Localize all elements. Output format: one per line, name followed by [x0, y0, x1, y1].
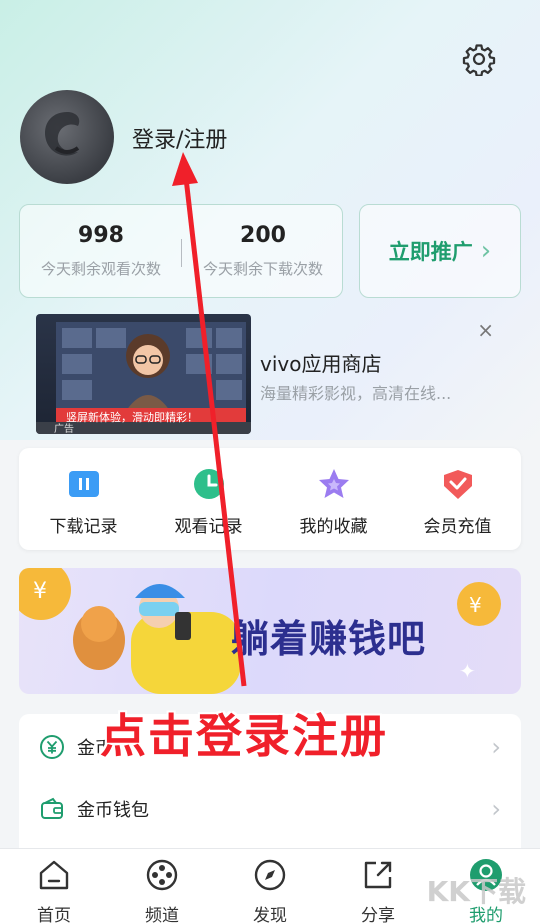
download-icon [68, 471, 99, 497]
film-reel-icon [146, 859, 178, 891]
ad-image[interactable]: 竖屏新体验，滑动即精彩！ 广告 [36, 314, 251, 434]
quick-download-history[interactable]: 下载记录 [21, 466, 146, 537]
chevron-right-icon: › [491, 795, 501, 823]
stat-value: 998 [78, 223, 124, 248]
clock-icon [193, 469, 224, 499]
quick-watch-history[interactable]: 观看记录 [146, 466, 271, 537]
tab-label: 分享 [361, 906, 395, 924]
menu-item-wallet[interactable]: 金币钱包 › [19, 778, 521, 840]
tab-share[interactable]: 分享 [324, 857, 432, 924]
promote-label: 立即推广 [388, 240, 473, 264]
tab-label: 频道 [145, 906, 179, 924]
ad-tag: 广告 [54, 424, 74, 434]
default-avatar-icon [44, 112, 80, 156]
stat-download: 200 今天剩余下载次数 [182, 223, 344, 279]
stat-watch: 998 今天剩余观看次数 [20, 223, 182, 279]
gear-icon[interactable] [462, 42, 496, 76]
earn-coins-banner[interactable]: ¥ ¥ ✦ 躺着赚钱吧 [19, 568, 521, 694]
promote-button[interactable]: 立即推广 › [359, 204, 521, 298]
quick-vip-recharge[interactable]: 会员充值 [395, 466, 520, 537]
banner-text: 躺着赚钱吧 [231, 617, 427, 661]
chevron-right-icon: › [480, 236, 492, 266]
login-register-link[interactable]: 登录/注册 [132, 122, 227, 154]
avatar[interactable] [20, 90, 114, 184]
diamond-icon [443, 470, 472, 499]
compass-icon [254, 859, 286, 891]
star-icon [318, 469, 349, 498]
quick-label: 会员充值 [423, 517, 492, 537]
ad-title: vivo应用商店 [260, 352, 382, 376]
chevron-right-icon: › [491, 733, 501, 761]
stat-label: 今天剩余下载次数 [202, 260, 323, 278]
stats-card: 998 今天剩余观看次数 200 今天剩余下载次数 [19, 204, 343, 298]
menu-label: 金币钱包 [77, 800, 149, 821]
ad-description: 海量精彩影视，高清在线... [260, 384, 452, 403]
ad-image-caption: 竖屏新体验，滑动即精彩！ [66, 411, 198, 424]
tab-channel[interactable]: 频道 [108, 857, 216, 924]
quick-label: 观看记录 [174, 517, 243, 537]
svg-text:✦: ✦ [459, 659, 476, 683]
tab-home[interactable]: 首页 [0, 857, 108, 924]
svg-text:¥: ¥ [469, 593, 482, 617]
stat-label: 今天剩余观看次数 [40, 260, 161, 278]
quick-label: 我的收藏 [299, 517, 368, 537]
quick-actions-card: 下载记录 观看记录 我的收藏 会员充值 [19, 448, 521, 550]
tab-label: 发现 [253, 906, 287, 924]
share-icon [364, 861, 392, 889]
watermark: KK下载 [426, 875, 526, 908]
quick-label: 下载记录 [49, 517, 118, 537]
close-icon[interactable]: × [477, 318, 494, 342]
svg-text:¥: ¥ [33, 579, 47, 604]
quick-favorites[interactable]: 我的收藏 [271, 466, 396, 537]
home-icon [39, 860, 69, 890]
ad-banner[interactable]: 竖屏新体验，滑动即精彩！ 广告 vivo应用商店 海量精彩影视，高清在线... … [36, 314, 504, 434]
stat-value: 200 [240, 223, 286, 248]
tab-label: 首页 [37, 906, 71, 924]
yen-coin-icon [40, 735, 64, 759]
wallet-icon [41, 797, 63, 819]
tab-discover[interactable]: 发现 [216, 857, 324, 924]
annotation-caption: 点击登录注册 [100, 709, 388, 763]
